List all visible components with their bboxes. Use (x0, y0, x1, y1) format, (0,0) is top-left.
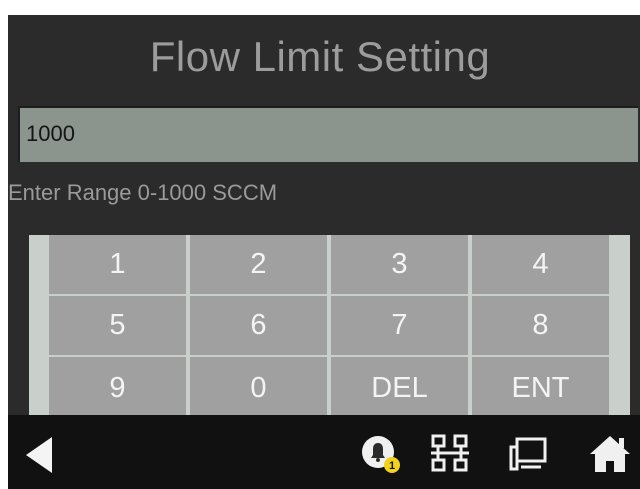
key-2[interactable]: 2 (190, 235, 327, 294)
key-5[interactable]: 5 (49, 296, 186, 355)
delete-key[interactable]: DEL (331, 357, 468, 420)
key-6[interactable]: 6 (190, 296, 327, 355)
remote-display-icon[interactable] (508, 435, 548, 475)
network-icon[interactable] (429, 433, 471, 475)
key-8[interactable]: 8 (472, 296, 609, 355)
key-7[interactable]: 7 (331, 296, 468, 355)
key-3[interactable]: 3 (331, 235, 468, 294)
alarm-count: 1 (389, 460, 395, 472)
enter-key[interactable]: ENT (472, 357, 609, 420)
flow-limit-screen: Flow Limit Setting 1000 Enter Range 0-10… (8, 15, 640, 489)
range-hint: Enter Range 0-1000 SCCM (8, 180, 278, 205)
key-4[interactable]: 4 (472, 235, 609, 294)
key-9[interactable]: 9 (49, 357, 186, 420)
key-0[interactable]: 0 (190, 357, 327, 420)
alarm-bell-icon[interactable]: 1 (360, 433, 402, 475)
home-icon[interactable] (588, 433, 632, 475)
numeric-keypad: 1 2 3 4 5 6 7 8 9 0 DEL ENT (29, 235, 630, 420)
page-title: Flow Limit Setting (149, 33, 491, 80)
back-arrow-icon[interactable] (24, 435, 54, 475)
bottom-navigation-bar: 1 (8, 415, 640, 489)
flow-limit-input[interactable]: 1000 (18, 106, 638, 162)
key-1[interactable]: 1 (49, 235, 186, 294)
